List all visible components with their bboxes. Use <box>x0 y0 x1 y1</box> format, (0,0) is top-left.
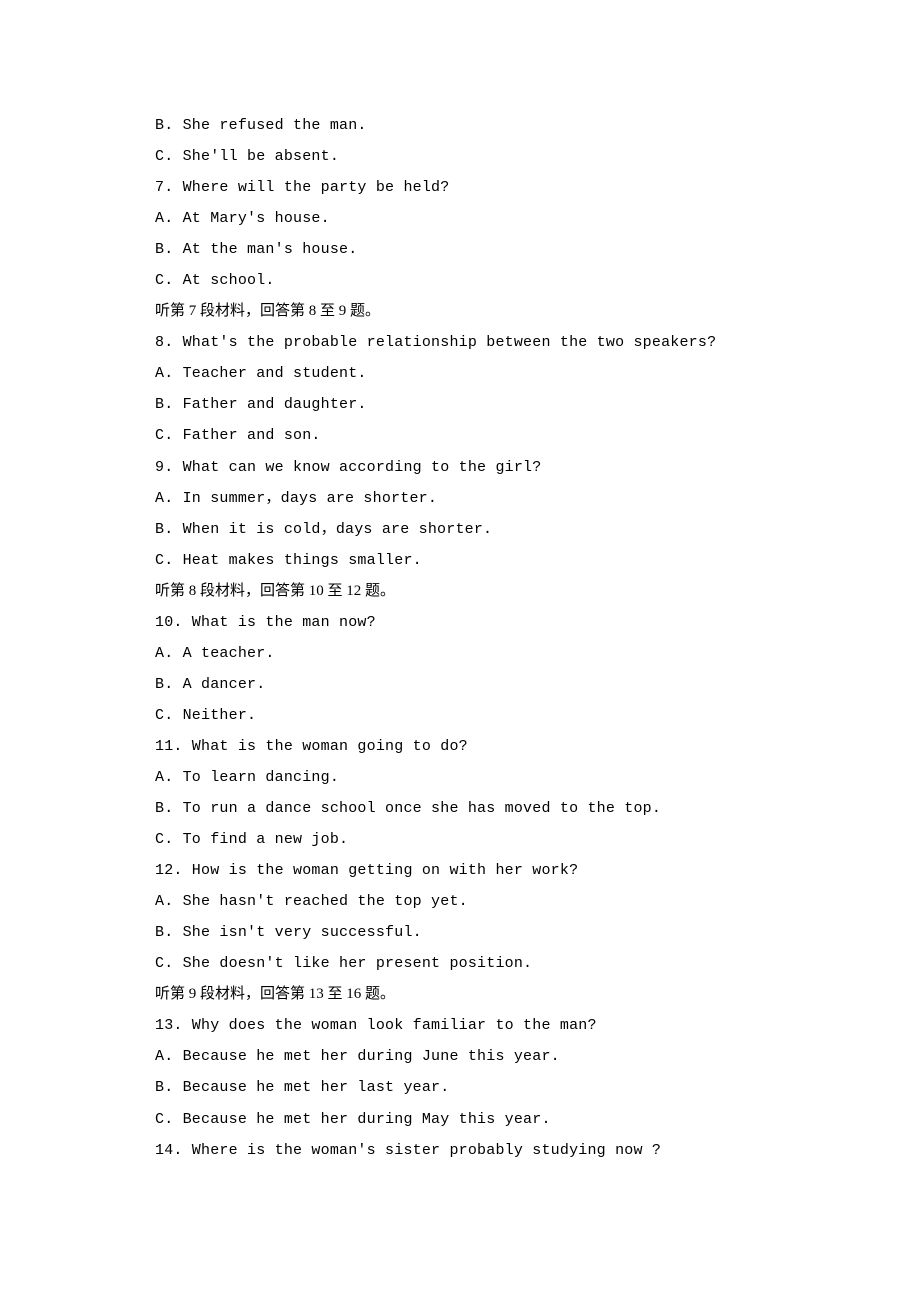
answer-option: C. Because he met her during May this ye… <box>155 1104 765 1135</box>
answer-option: A. A teacher. <box>155 638 765 669</box>
answer-option: C. To find a new job. <box>155 824 765 855</box>
question-text: 7. Where will the party be held? <box>155 172 765 203</box>
answer-option: A. Because he met her during June this y… <box>155 1041 765 1072</box>
answer-option: A. To learn dancing. <box>155 762 765 793</box>
answer-option: C. At school. <box>155 265 765 296</box>
answer-option: C. She doesn't like her present position… <box>155 948 765 979</box>
answer-option: B. At the man's house. <box>155 234 765 265</box>
answer-option: B. Father and daughter. <box>155 389 765 420</box>
answer-option: B. She refused the man. <box>155 110 765 141</box>
answer-option: C. Neither. <box>155 700 765 731</box>
question-text: 10. What is the man now? <box>155 607 765 638</box>
section-instruction: 听第 7 段材料，回答第 8 至 9 题。 <box>155 296 765 327</box>
question-text: 13. Why does the woman look familiar to … <box>155 1010 765 1041</box>
question-text: 9. What can we know according to the gir… <box>155 452 765 483</box>
answer-option: C. Heat makes things smaller. <box>155 545 765 576</box>
question-text: 14. Where is the woman's sister probably… <box>155 1135 765 1166</box>
answer-option: B. To run a dance school once she has mo… <box>155 793 765 824</box>
answer-option: B. She isn't very successful. <box>155 917 765 948</box>
answer-option: B. When it is cold，days are shorter. <box>155 514 765 545</box>
document-page: B. She refused the man. C. She'll be abs… <box>0 0 920 1302</box>
answer-option: B. Because he met her last year. <box>155 1072 765 1103</box>
answer-option: C. She'll be absent. <box>155 141 765 172</box>
section-instruction: 听第 8 段材料，回答第 10 至 12 题。 <box>155 576 765 607</box>
section-instruction: 听第 9 段材料，回答第 13 至 16 题。 <box>155 979 765 1010</box>
answer-option: A. In summer，days are shorter. <box>155 483 765 514</box>
answer-option: C. Father and son. <box>155 420 765 451</box>
answer-option: A. Teacher and student. <box>155 358 765 389</box>
answer-option: B. A dancer. <box>155 669 765 700</box>
question-text: 8. What's the probable relationship betw… <box>155 327 765 358</box>
question-text: 12. How is the woman getting on with her… <box>155 855 765 886</box>
answer-option: A. At Mary's house. <box>155 203 765 234</box>
answer-option: A. She hasn't reached the top yet. <box>155 886 765 917</box>
question-text: 11. What is the woman going to do? <box>155 731 765 762</box>
